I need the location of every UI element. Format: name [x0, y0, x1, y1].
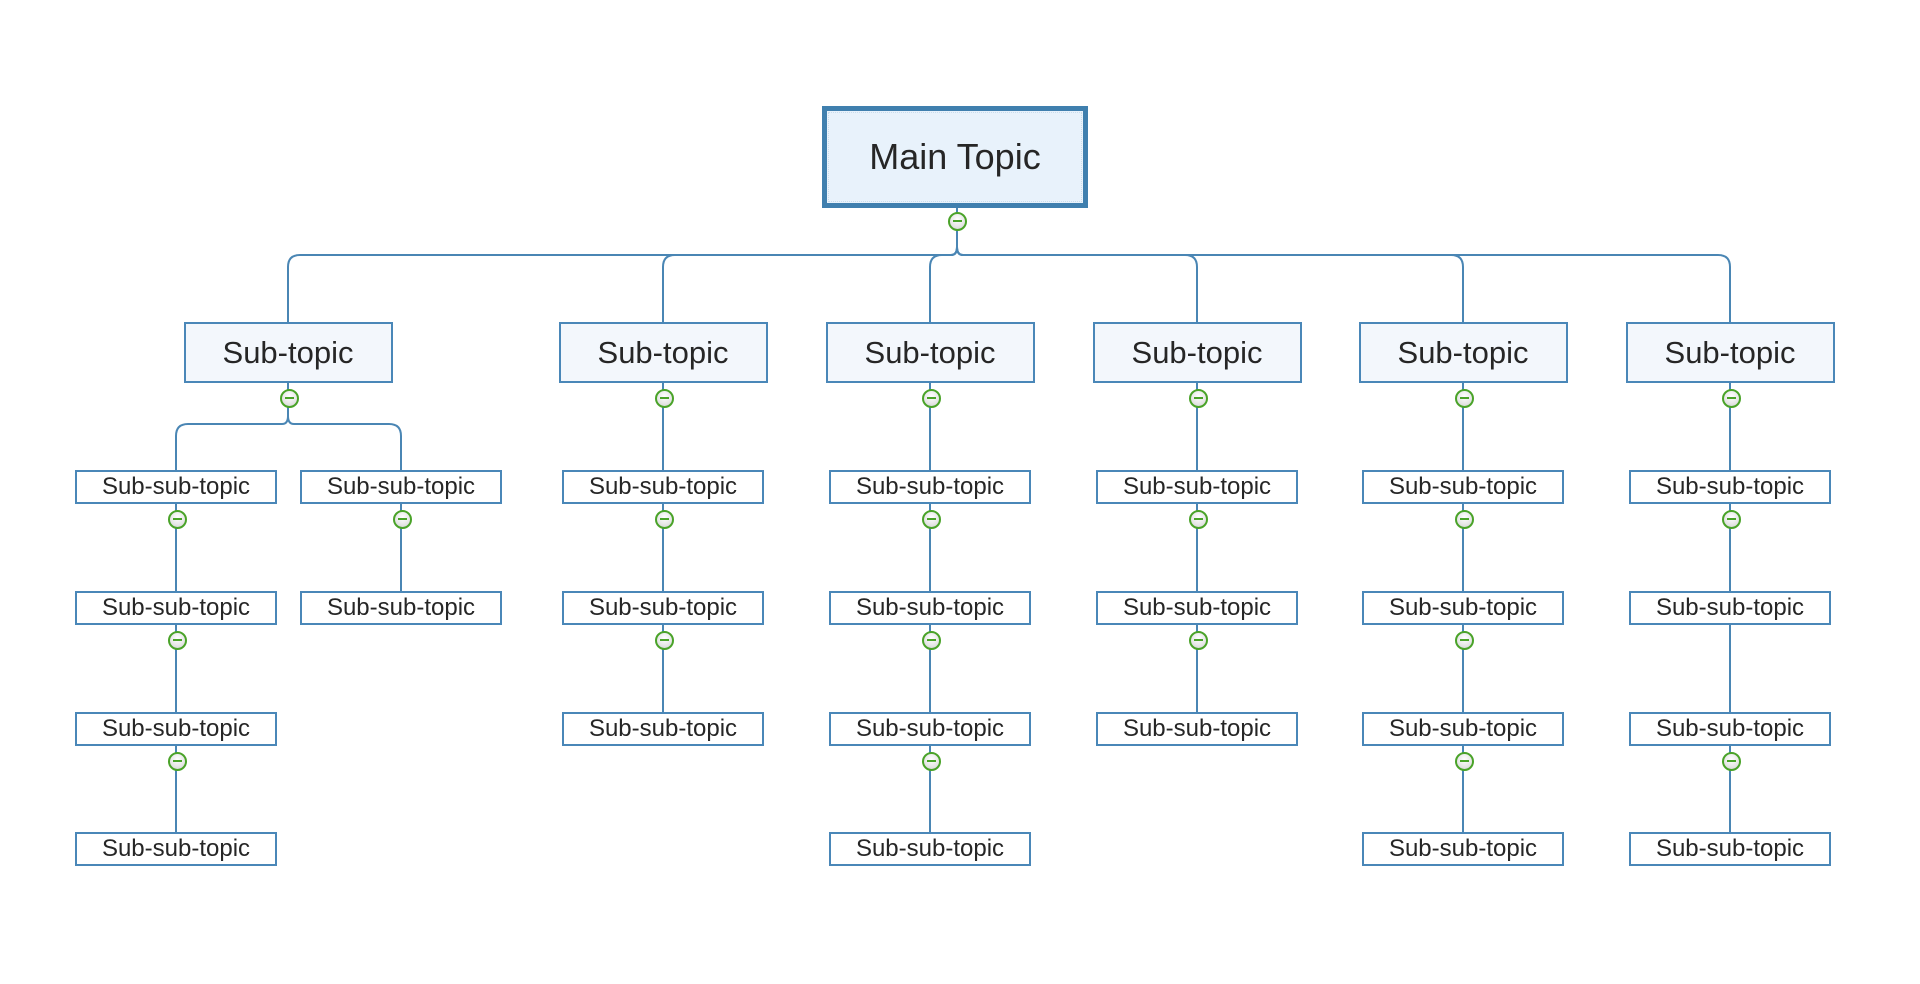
sub-topic-node-label: Sub-topic	[1131, 334, 1263, 370]
sub-topic-node[interactable]: Sub-topic	[1625, 322, 1835, 383]
main-to-subtopic-connector	[287, 246, 958, 322]
sub-sub-topic-node[interactable]: Sub-sub-topic	[75, 712, 277, 746]
sub-sub-topic-node-label: Sub-sub-topic	[1122, 594, 1272, 621]
sub-sub-topic-node[interactable]: Sub-sub-topic	[562, 470, 764, 504]
collapse-icon[interactable]	[1721, 388, 1741, 408]
collapse-icon[interactable]	[1188, 630, 1208, 650]
sub-sub-topic-node-label: Sub-sub-topic	[1122, 473, 1272, 500]
subtopic-branch-connector	[175, 415, 289, 470]
collapse-icon[interactable]	[1454, 630, 1474, 650]
sub-sub-topic-node-label: Sub-sub-topic	[588, 594, 738, 621]
sub-sub-topic-node-label: Sub-sub-topic	[326, 594, 476, 621]
sub-topic-node[interactable]: Sub-topic	[1092, 322, 1302, 383]
main-topic-node[interactable]: Main Topic	[822, 106, 1088, 208]
sub-topic-node[interactable]: Sub-topic	[825, 322, 1035, 383]
sub-sub-topic-node-label: Sub-sub-topic	[1655, 473, 1805, 500]
main-topic-label: Main Topic	[869, 136, 1041, 177]
collapse-icon[interactable]	[654, 509, 674, 529]
sub-sub-topic-node-label: Sub-sub-topic	[588, 715, 738, 742]
sub-sub-topic-node[interactable]: Sub-sub-topic	[75, 832, 277, 866]
sub-sub-topic-node-label: Sub-sub-topic	[101, 835, 251, 862]
sub-sub-topic-node-label: Sub-sub-topic	[1655, 715, 1805, 742]
sub-sub-topic-node-label: Sub-sub-topic	[855, 594, 1005, 621]
collapse-icon[interactable]	[1188, 388, 1208, 408]
sub-topic-node-label: Sub-topic	[864, 334, 996, 370]
collapse-icon[interactable]	[392, 509, 412, 529]
sub-topic-node[interactable]: Sub-topic	[1358, 322, 1568, 383]
collapse-icon[interactable]	[1721, 751, 1741, 771]
collapse-icon[interactable]	[921, 388, 941, 408]
collapse-icon[interactable]	[1454, 751, 1474, 771]
sub-sub-topic-node-label: Sub-sub-topic	[588, 473, 738, 500]
sub-sub-topic-node-label: Sub-sub-topic	[1388, 594, 1538, 621]
sub-sub-topic-node[interactable]: Sub-sub-topic	[1096, 712, 1298, 746]
main-to-subtopic-connector	[956, 246, 1464, 322]
sub-sub-topic-node-label: Sub-sub-topic	[326, 473, 476, 500]
sub-sub-topic-node-label: Sub-sub-topic	[855, 835, 1005, 862]
sub-sub-topic-node[interactable]: Sub-sub-topic	[300, 591, 502, 625]
sub-sub-topic-node[interactable]: Sub-sub-topic	[829, 712, 1031, 746]
collapse-icon[interactable]	[921, 751, 941, 771]
sub-sub-topic-node-label: Sub-sub-topic	[855, 473, 1005, 500]
sub-topic-node-label: Sub-topic	[1664, 334, 1796, 370]
sub-sub-topic-node[interactable]: Sub-sub-topic	[1629, 591, 1831, 625]
sub-sub-topic-node-label: Sub-sub-topic	[101, 473, 251, 500]
sub-sub-topic-node[interactable]: Sub-sub-topic	[75, 591, 277, 625]
sub-sub-topic-node[interactable]: Sub-sub-topic	[1629, 832, 1831, 866]
main-to-subtopic-connector	[929, 246, 958, 322]
sub-topic-node-label: Sub-topic	[222, 334, 354, 370]
sub-sub-topic-node[interactable]: Sub-sub-topic	[1362, 591, 1564, 625]
sub-sub-topic-node-label: Sub-sub-topic	[855, 715, 1005, 742]
mind-map-canvas[interactable]: Main Topic Sub-topic Sub-sub-topic Sub-sub…	[0, 0, 1920, 984]
sub-sub-topic-node-label: Sub-sub-topic	[1388, 835, 1538, 862]
collapse-icon[interactable]	[947, 211, 967, 231]
sub-topic-node-label: Sub-topic	[597, 334, 729, 370]
collapse-icon[interactable]	[654, 388, 674, 408]
collapse-icon[interactable]	[279, 388, 299, 408]
sub-topic-node[interactable]: Sub-topic	[183, 322, 393, 383]
sub-sub-topic-node[interactable]: Sub-sub-topic	[1629, 712, 1831, 746]
collapse-icon[interactable]	[921, 509, 941, 529]
sub-sub-topic-node[interactable]: Sub-sub-topic	[1629, 470, 1831, 504]
main-to-subtopic-connector	[956, 246, 1731, 322]
collapse-icon[interactable]	[1188, 509, 1208, 529]
collapse-icon[interactable]	[1454, 388, 1474, 408]
sub-sub-topic-node-label: Sub-sub-topic	[1122, 715, 1272, 742]
sub-sub-topic-node[interactable]: Sub-sub-topic	[829, 470, 1031, 504]
collapse-icon[interactable]	[167, 509, 187, 529]
collapse-icon[interactable]	[167, 751, 187, 771]
sub-topic-node-label: Sub-topic	[1397, 334, 1529, 370]
sub-sub-topic-node-label: Sub-sub-topic	[1388, 473, 1538, 500]
sub-sub-topic-node-label: Sub-sub-topic	[101, 594, 251, 621]
sub-sub-topic-node[interactable]: Sub-sub-topic	[1362, 712, 1564, 746]
sub-sub-topic-node-label: Sub-sub-topic	[101, 715, 251, 742]
collapse-icon[interactable]	[167, 630, 187, 650]
collapse-icon[interactable]	[654, 630, 674, 650]
sub-sub-topic-node[interactable]: Sub-sub-topic	[562, 712, 764, 746]
sub-sub-topic-node-label: Sub-sub-topic	[1388, 715, 1538, 742]
sub-sub-topic-node[interactable]: Sub-sub-topic	[829, 591, 1031, 625]
collapse-icon[interactable]	[1454, 509, 1474, 529]
sub-sub-topic-node[interactable]: Sub-sub-topic	[1362, 832, 1564, 866]
sub-sub-topic-node[interactable]: Sub-sub-topic	[1362, 470, 1564, 504]
sub-sub-topic-node-label: Sub-sub-topic	[1655, 835, 1805, 862]
collapse-icon[interactable]	[1721, 509, 1741, 529]
sub-sub-topic-node[interactable]: Sub-sub-topic	[829, 832, 1031, 866]
sub-sub-topic-node[interactable]: Sub-sub-topic	[1096, 470, 1298, 504]
collapse-icon[interactable]	[921, 630, 941, 650]
sub-sub-topic-node[interactable]: Sub-sub-topic	[562, 591, 764, 625]
main-to-subtopic-connector	[956, 246, 1198, 322]
sub-sub-topic-node[interactable]: Sub-sub-topic	[1096, 591, 1298, 625]
sub-topic-node[interactable]: Sub-topic	[558, 322, 768, 383]
main-to-subtopic-connector	[662, 246, 958, 322]
sub-sub-topic-node[interactable]: Sub-sub-topic	[300, 470, 502, 504]
sub-sub-topic-node[interactable]: Sub-sub-topic	[75, 470, 277, 504]
subtopic-branch-connector	[287, 415, 402, 470]
sub-sub-topic-node-label: Sub-sub-topic	[1655, 594, 1805, 621]
